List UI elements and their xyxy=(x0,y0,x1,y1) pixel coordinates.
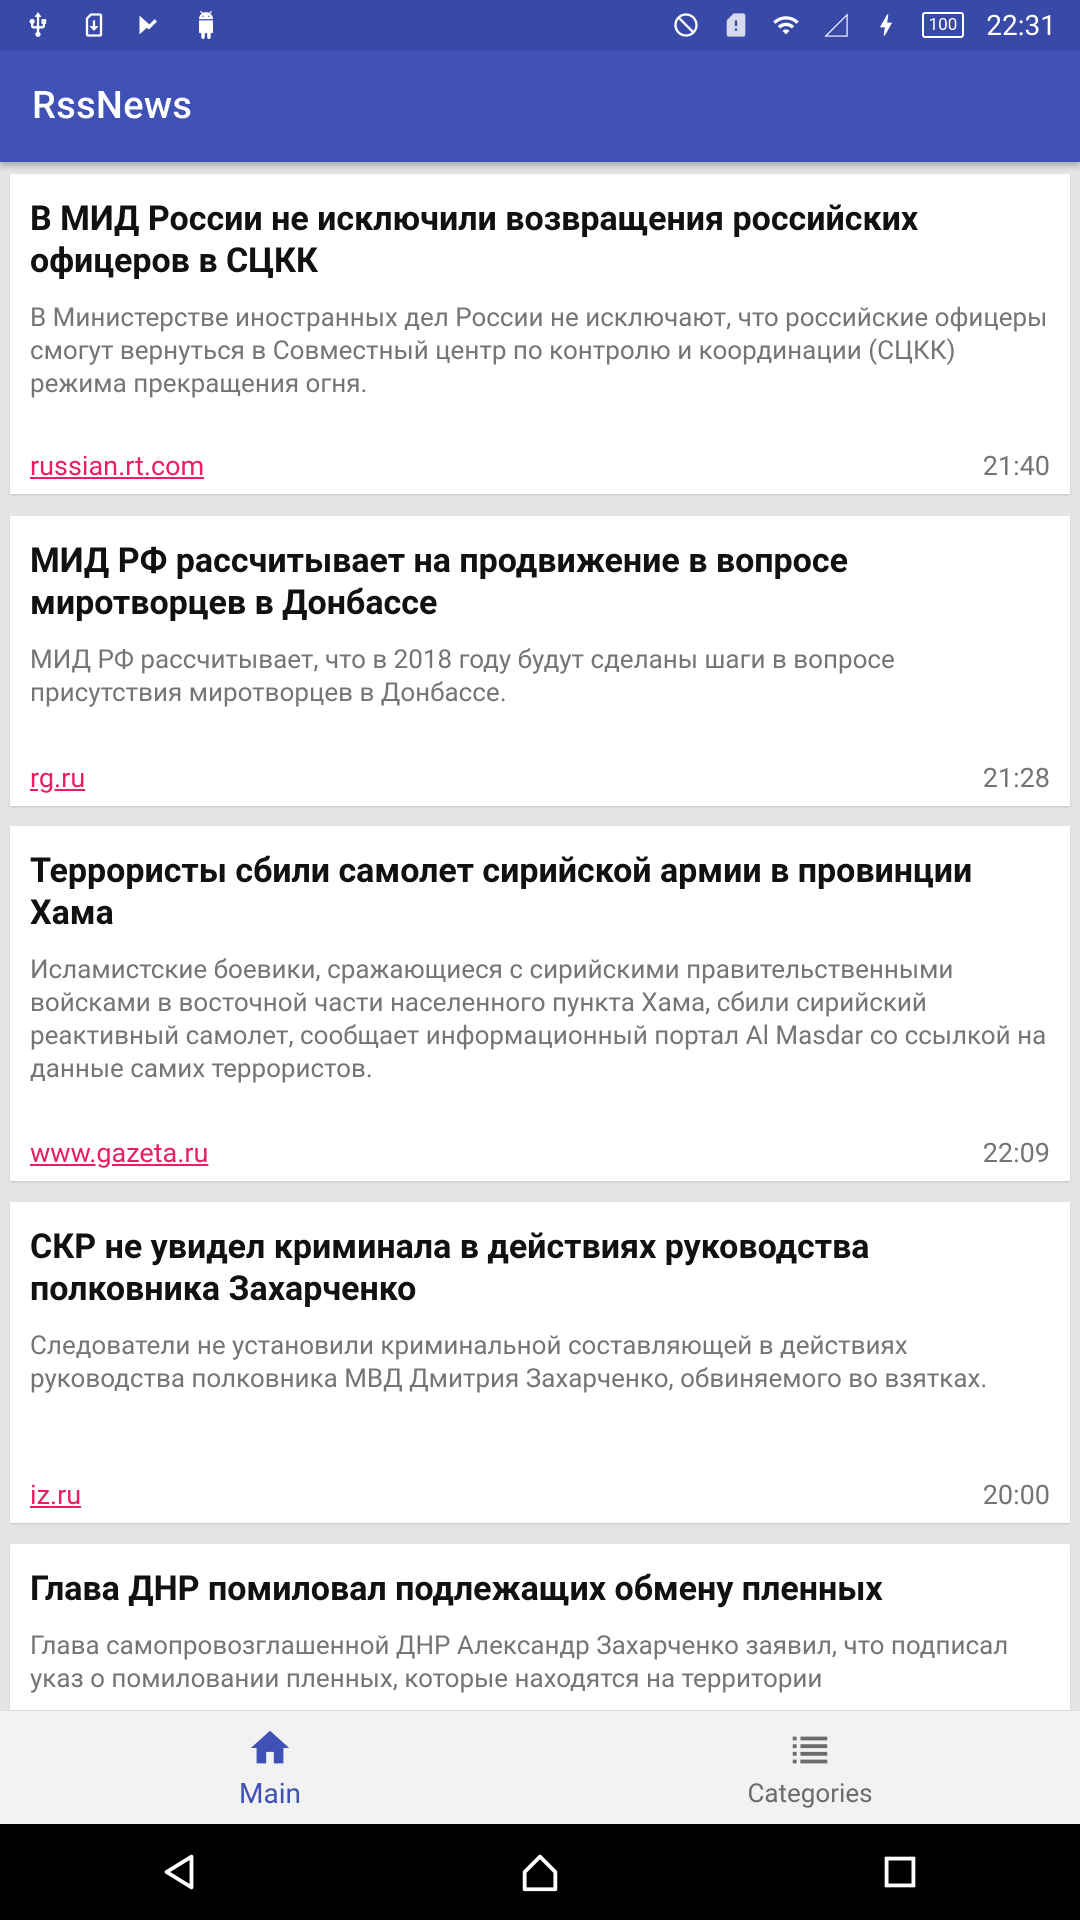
list-icon xyxy=(792,1736,828,1763)
news-footer: rg.ru 21:28 xyxy=(30,762,1050,794)
app-title: RssNews xyxy=(32,84,193,128)
news-footer: www.gazeta.ru 22:09 xyxy=(30,1137,1050,1169)
news-title: Глава ДНР помиловал подлежащих обмену пл… xyxy=(30,1569,883,1609)
news-card[interactable]: МИД РФ рассчитывает на продвижение в воп… xyxy=(10,516,1070,806)
signal-icon xyxy=(822,11,850,39)
news-card[interactable]: Террористы сбили самолет сирийской армии… xyxy=(10,826,1070,1181)
home-circle-icon xyxy=(522,1854,558,1892)
sim-alert-icon xyxy=(722,11,750,39)
recents-icon xyxy=(884,1856,916,1888)
news-source-link[interactable]: www.gazeta.ru xyxy=(30,1137,208,1169)
app-bar: RssNews xyxy=(0,50,1080,162)
news-footer: iz.ru 20:00 xyxy=(30,1479,1050,1511)
recents-button[interactable] xyxy=(850,1832,950,1912)
nav-main[interactable]: Main xyxy=(0,1711,540,1824)
news-description: Следователи не установили криминальной с… xyxy=(30,1331,988,1394)
home-button[interactable] xyxy=(490,1832,590,1912)
news-description: Исламистские боевики, сражающиеся с сири… xyxy=(30,955,1047,1084)
news-time: 22:09 xyxy=(982,1137,1050,1169)
system-navigation-bar xyxy=(0,1824,1080,1920)
home-icon xyxy=(250,1730,290,1764)
news-description: МИД РФ рассчитывает, что в 2018 году буд… xyxy=(30,645,895,708)
nav-main-label: Main xyxy=(239,1777,301,1810)
news-feed[interactable]: В МИД России не исключили возвращения ро… xyxy=(0,162,1080,1710)
status-bar: 100 22:31 xyxy=(0,0,1080,50)
news-title: МИД РФ рассчитывает на продвижение в воп… xyxy=(30,541,848,623)
usb-icon xyxy=(24,11,52,39)
back-icon xyxy=(164,1854,194,1890)
news-card[interactable]: В МИД России не исключили возвращения ро… xyxy=(10,174,1070,494)
wifi-icon xyxy=(772,11,800,39)
sim-download-icon xyxy=(80,11,108,39)
bottom-navigation: Main Categories xyxy=(0,1710,1080,1824)
news-source-link[interactable]: rg.ru xyxy=(30,762,85,794)
news-source-link[interactable]: iz.ru xyxy=(30,1479,81,1511)
news-time: 21:40 xyxy=(982,450,1050,482)
news-footer: russian.rt.com 21:40 xyxy=(30,450,1050,482)
news-title: СКР не увидел криминала в действиях руко… xyxy=(30,1227,870,1309)
charging-icon xyxy=(872,11,900,39)
news-title: В МИД России не исключили возвращения ро… xyxy=(30,199,919,281)
status-clock: 22:31 xyxy=(986,8,1056,42)
android-icon xyxy=(192,11,220,39)
news-time: 20:00 xyxy=(982,1479,1050,1511)
news-description: Глава самопровозглашенной ДНР Александр … xyxy=(30,1631,1009,1694)
news-card[interactable]: Глава ДНР помиловал подлежащих обмену пл… xyxy=(10,1544,1070,1710)
news-card[interactable]: СКР не увидел криминала в действиях руко… xyxy=(10,1202,1070,1523)
battery-indicator: 100 xyxy=(921,12,965,38)
back-button[interactable] xyxy=(130,1832,230,1912)
nav-categories[interactable]: Categories xyxy=(540,1711,1080,1824)
news-description: В Министерстве иностранных дел России не… xyxy=(30,303,1048,399)
news-time: 21:28 xyxy=(982,762,1050,794)
do-not-disturb-icon xyxy=(672,11,700,39)
checkmark-flag-icon xyxy=(136,11,164,39)
news-title: Террористы сбили самолет сирийской армии… xyxy=(30,851,973,933)
nav-categories-label: Categories xyxy=(747,1778,873,1809)
news-source-link[interactable]: russian.rt.com xyxy=(30,450,204,482)
